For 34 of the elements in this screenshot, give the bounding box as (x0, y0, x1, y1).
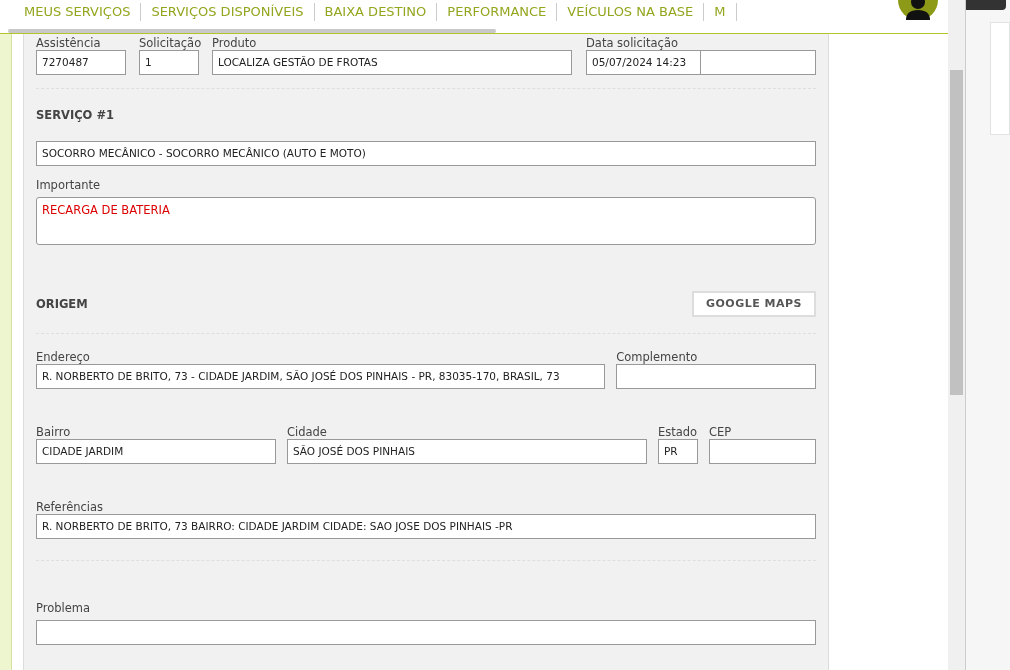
scrollbar-thumb[interactable] (950, 70, 963, 395)
input-field[interactable]: 1 (139, 50, 199, 75)
input-field[interactable]: SÃO JOSÉ DOS PINHAIS (287, 439, 647, 465)
input-field[interactable]: 7270487 (36, 50, 126, 75)
section-title: SERVIÇO #1 (36, 107, 116, 124)
input-field[interactable]: R. NORBERTO DE BRITO, 73 - CIDADE JARDIM, SÃO JOSÉ DOS PINHAIS - PR, 83035-170, BRASIL, 73 (36, 364, 606, 390)
input-field[interactable]: 05/07/2024 14:23 (586, 50, 701, 75)
field-label: Importante (36, 178, 102, 193)
field-label: Estado (658, 425, 698, 440)
input-field[interactable]: SOCORRO MECÂNICO - SOCORRO MECÂNICO (AUTO E MOTO) (36, 141, 816, 167)
field-label: Cidade (287, 425, 328, 440)
input-field[interactable]: CIDADE JARDIM (36, 439, 276, 465)
field-label: Produto (212, 36, 258, 50)
field-label: Bairro (36, 425, 72, 440)
input-field[interactable] (701, 50, 816, 75)
window-edge (966, 0, 1006, 10)
section-title: ORIGEM (36, 295, 88, 313)
field-label: CEP (709, 425, 733, 440)
horizontal-scrollbar[interactable] (8, 29, 496, 33)
field-label: Data solicitação (586, 36, 679, 50)
field-label: Endereço (36, 350, 91, 365)
input-field[interactable] (709, 439, 816, 465)
input-field[interactable] (36, 620, 816, 646)
field-label: Assistência (36, 36, 102, 50)
field-label: Solicitação (139, 36, 199, 50)
text-area[interactable]: RECARGA DE BATERIA (36, 197, 816, 246)
input-field[interactable]: PR (658, 439, 698, 465)
input-field[interactable]: LOCALIZA GESTÃO DE FROTAS (212, 50, 572, 75)
field-label: Complemento (616, 350, 699, 365)
input-field[interactable]: R. NORBERTO DE BRITO, 73 BAIRRO: CIDADE JARDIM CIDADE: SAO JOSE DOS PINHAIS -PR (36, 514, 816, 540)
field-label: Problema (36, 601, 92, 616)
field-label: Referências (36, 500, 105, 515)
input-field[interactable] (616, 364, 816, 390)
google-maps-button[interactable]: GOOGLE MAPS (692, 291, 816, 318)
